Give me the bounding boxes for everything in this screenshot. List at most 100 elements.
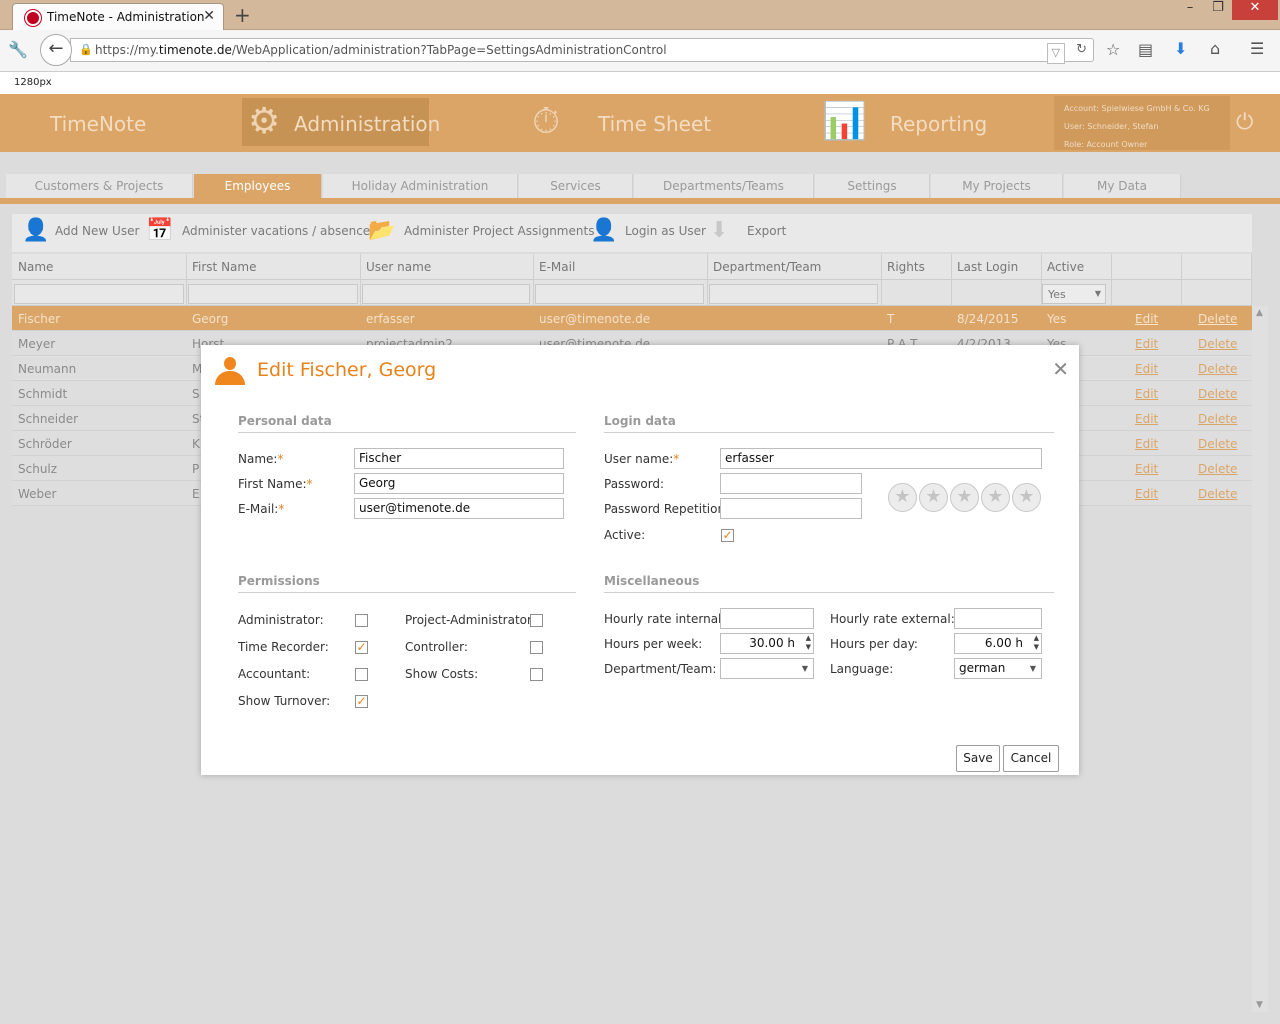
edit-link[interactable]: Edit — [1135, 312, 1158, 326]
user-name-label: User name:* — [604, 452, 680, 466]
download-icon[interactable]: ⬇ — [1174, 39, 1187, 58]
delete-link[interactable]: Delete — [1198, 412, 1237, 426]
edit-link[interactable]: Edit — [1135, 362, 1158, 376]
power-icon[interactable]: ⏻ — [1236, 110, 1253, 135]
filter-email-input[interactable] — [535, 284, 704, 304]
active-checkbox[interactable]: ✓ — [721, 529, 734, 542]
dialog-close-icon[interactable]: ✕ — [1052, 357, 1069, 381]
column-user-name[interactable]: User name — [366, 260, 431, 274]
edit-link[interactable]: Edit — [1135, 437, 1158, 451]
show-costs-checkbox[interactable] — [530, 668, 543, 681]
password-repetition-input[interactable] — [720, 498, 862, 519]
filter-first-name-input[interactable] — [188, 284, 358, 304]
tab-services[interactable]: Services — [519, 174, 633, 198]
department-team-select[interactable]: ▼ — [720, 658, 814, 679]
cancel-button[interactable]: Cancel — [1003, 745, 1059, 772]
wrench-icon[interactable]: 🔧 — [8, 40, 28, 59]
show-turnover-checkbox[interactable]: ✓ — [355, 695, 368, 708]
scroll-up-icon[interactable]: ▲ — [1256, 308, 1263, 318]
column-department[interactable]: Department/Team — [713, 260, 821, 274]
administer-project-assignments-button[interactable]: Administer Project Assignments — [404, 224, 594, 238]
url-bar[interactable]: 🔒 https://my.timenote.de/WebApplication/… — [70, 38, 1094, 64]
edit-link[interactable]: Edit — [1135, 462, 1158, 476]
column-last-login[interactable]: Last Login — [957, 260, 1018, 274]
module-time-sheet[interactable]: ⏱ Time Sheet — [530, 98, 730, 146]
viewport-bar: 1280px — [0, 72, 1280, 94]
browser-tab[interactable]: TimeNote - Administration ✕ — [12, 3, 224, 31]
column-email[interactable]: E-Mail — [539, 260, 575, 274]
bookmark-star-icon[interactable]: ☆ — [1106, 40, 1120, 59]
delete-link[interactable]: Delete — [1198, 437, 1237, 451]
url-dropdown-icon[interactable]: ▽ — [1046, 43, 1065, 64]
stepper-arrows-icon[interactable]: ▲ ▼ — [1034, 634, 1039, 652]
hourly-rate-external-input[interactable] — [954, 608, 1042, 629]
controller-checkbox[interactable] — [530, 641, 543, 654]
filter-user-name-input[interactable] — [362, 284, 530, 304]
email-label: E-Mail:* — [238, 502, 285, 516]
accountant-checkbox[interactable] — [355, 668, 368, 681]
administer-vacations-button[interactable]: Administer vacations / absences — [182, 224, 376, 238]
edit-link[interactable]: Edit — [1135, 487, 1158, 501]
tab-my-projects[interactable]: My Projects — [931, 174, 1063, 198]
tab-my-data[interactable]: My Data — [1064, 174, 1181, 198]
minimize-icon[interactable]: – — [1176, 0, 1204, 20]
tab-settings[interactable]: Settings — [815, 174, 930, 198]
close-tab-icon[interactable]: ✕ — [203, 8, 215, 24]
delete-link[interactable]: Delete — [1198, 487, 1237, 501]
filter-department-input[interactable] — [709, 284, 878, 304]
language-select[interactable]: german ▼ — [954, 658, 1042, 679]
save-button[interactable]: Save — [956, 745, 1000, 772]
hourly-rate-internal-input[interactable] — [720, 608, 814, 629]
edit-user-dialog: Edit Fischer, Georg ✕ Personal data Name… — [201, 345, 1079, 775]
back-button[interactable]: ← — [40, 34, 72, 66]
module-reporting[interactable]: 📊 Reporting — [820, 98, 1020, 146]
project-administrator-label: Project-Administrator: — [405, 613, 536, 627]
delete-link[interactable]: Delete — [1198, 462, 1237, 476]
column-name[interactable]: Name — [18, 260, 53, 274]
delete-link[interactable]: Delete — [1198, 337, 1237, 351]
time-recorder-checkbox[interactable]: ✓ — [355, 641, 368, 654]
reading-list-icon[interactable]: ▤ — [1138, 40, 1153, 59]
delete-link[interactable]: Delete — [1198, 387, 1237, 401]
delete-link[interactable]: Delete — [1198, 362, 1237, 376]
administrator-checkbox[interactable] — [355, 614, 368, 627]
app-logo[interactable]: TimeNote — [50, 112, 146, 136]
tab-employees[interactable]: Employees — [194, 174, 322, 198]
table-cell-first: S — [192, 387, 200, 401]
reload-icon[interactable]: ↻ — [1076, 42, 1087, 57]
menu-icon[interactable]: ☰ — [1250, 39, 1264, 58]
delete-link[interactable]: Delete — [1198, 312, 1237, 326]
edit-link[interactable]: Edit — [1135, 337, 1158, 351]
name-input[interactable]: Fischer — [354, 448, 564, 469]
maximize-icon[interactable]: ❐ — [1204, 0, 1232, 20]
stepper-arrows-icon[interactable]: ▲ ▼ — [806, 634, 811, 652]
hours-per-week-stepper[interactable]: 30.00 h ▲ ▼ — [720, 633, 814, 654]
login-as-user-button[interactable]: Login as User — [625, 224, 706, 238]
column-first-name[interactable]: First Name — [192, 260, 256, 274]
add-new-user-button[interactable]: Add New User — [55, 224, 139, 238]
module-administration[interactable]: ⚙ Administration — [242, 98, 440, 146]
password-input[interactable] — [720, 473, 862, 494]
export-button[interactable]: Export — [747, 224, 786, 238]
filter-active-select[interactable]: Yes ▼ — [1042, 284, 1106, 304]
hours-per-day-stepper[interactable]: 6.00 h ▲ ▼ — [954, 633, 1042, 654]
window-close-icon[interactable]: ✕ — [1232, 0, 1278, 20]
tab-customers-projects[interactable]: Customers & Projects — [6, 174, 193, 198]
grid-header: Name First Name User name E-Mail Departm… — [12, 254, 1252, 280]
project-administrator-checkbox[interactable] — [530, 614, 543, 627]
user-name-input[interactable]: erfasser — [720, 448, 1042, 469]
scroll-down-icon[interactable]: ▼ — [1256, 1000, 1263, 1010]
column-rights[interactable]: Rights — [887, 260, 925, 274]
table-row[interactable]: Fischer Georg erfasser user@timenote.de T 8/2… — [12, 306, 1252, 331]
email-input[interactable]: user@timenote.de — [354, 498, 564, 519]
new-tab-icon[interactable]: + — [234, 3, 251, 27]
page-scrollbar[interactable]: ▲ ▼ — [1252, 306, 1268, 1012]
first-name-input[interactable]: Georg — [354, 473, 564, 494]
home-icon[interactable]: ⌂ — [1210, 39, 1220, 58]
edit-link[interactable]: Edit — [1135, 387, 1158, 401]
edit-link[interactable]: Edit — [1135, 412, 1158, 426]
tab-holiday-administration[interactable]: Holiday Administration — [323, 174, 518, 198]
column-active[interactable]: Active — [1047, 260, 1084, 274]
tab-departments-teams[interactable]: Departments/Teams — [634, 174, 814, 198]
filter-name-input[interactable] — [14, 284, 184, 304]
